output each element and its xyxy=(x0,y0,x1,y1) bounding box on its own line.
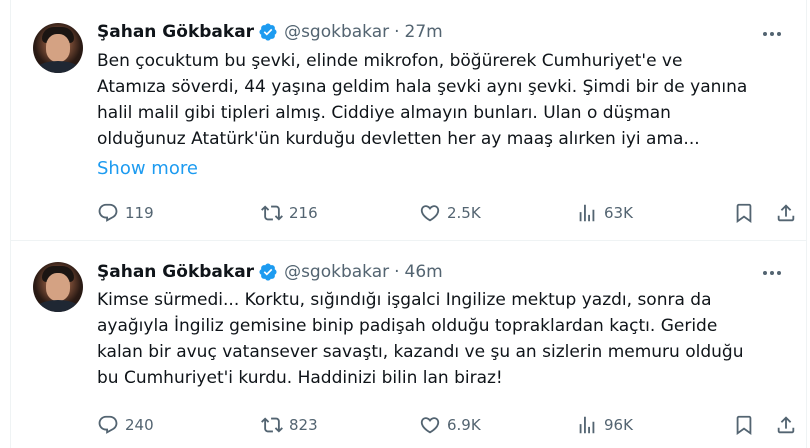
tweet-text-line: Kimse sürmedi... Korktu, sığındığı işgal… xyxy=(97,290,712,310)
repost-icon xyxy=(261,417,283,433)
share-button[interactable] xyxy=(775,201,797,225)
views-button[interactable]: 96K xyxy=(576,413,633,437)
repost-icon xyxy=(261,205,283,221)
reply-count: 240 xyxy=(125,416,154,434)
like-count: 2.5K xyxy=(447,204,481,222)
author-name[interactable]: Şahan Gökbakar xyxy=(97,22,254,42)
repost-button[interactable]: 823 xyxy=(261,413,318,437)
bookmark-button[interactable] xyxy=(733,413,755,437)
repost-count: 216 xyxy=(289,204,318,222)
repost-count: 823 xyxy=(289,416,318,434)
repost-button[interactable]: 216 xyxy=(261,201,318,225)
share-icon xyxy=(777,204,795,222)
tweet-text: Ben çocuktum bu şevki, elinde mikrofon, … xyxy=(97,48,797,152)
more-icon[interactable] xyxy=(760,263,784,283)
separator-dot: · xyxy=(394,262,400,282)
tweet-text-line: Ben çocuktum bu şevki, elinde mikrofon, … xyxy=(97,51,683,71)
tweet-actions: 240 823 6.9K 96K xyxy=(97,413,797,437)
views-count: 63K xyxy=(604,204,633,222)
reply-button[interactable]: 119 xyxy=(97,201,154,225)
like-button[interactable]: 2.5K xyxy=(419,201,481,225)
author-handle[interactable]: @sgokbakar xyxy=(284,22,389,42)
show-more-link[interactable]: Show more xyxy=(97,158,198,179)
avatar[interactable] xyxy=(33,23,83,73)
timeline: Şahan Gökbakar @sgokbakar · 27m Ben çocu… xyxy=(10,0,807,448)
tweet[interactable]: Şahan Gökbakar @sgokbakar · 27m Ben çocu… xyxy=(11,0,806,241)
tweet-time[interactable]: 46m xyxy=(405,262,443,282)
views-icon xyxy=(579,204,595,222)
tweet-text-line: ayağıyla İngiliz gemisine binip padişah … xyxy=(97,316,718,336)
share-icon xyxy=(777,416,795,434)
reply-icon xyxy=(98,203,118,222)
tweet-text-line: bu Cumhuriyet'i kurdu. Haddinizi bilin l… xyxy=(97,368,503,388)
like-icon xyxy=(420,417,440,434)
views-icon xyxy=(579,416,595,434)
tweet-text-line: olduğunuz Atatürk'ün kurduğu devletten h… xyxy=(97,129,700,149)
tweet-text: Kimse sürmedi... Korktu, sığındığı işgal… xyxy=(97,287,797,391)
verified-badge-icon xyxy=(259,23,277,41)
bookmark-icon xyxy=(736,415,752,436)
verified-badge-icon xyxy=(259,263,277,281)
bookmark-button[interactable] xyxy=(733,201,755,225)
tweet-text-line: kalan bir avuç vatansever savaştı, kazan… xyxy=(97,342,744,362)
separator-dot: · xyxy=(394,22,400,42)
author-handle[interactable]: @sgokbakar xyxy=(284,262,389,282)
share-button[interactable] xyxy=(775,413,797,437)
like-button[interactable]: 6.9K xyxy=(419,413,481,437)
bookmark-icon xyxy=(736,203,752,224)
tweet-text-line: Atamıza söverdi, 44 yaşına geldim hala ş… xyxy=(97,77,748,97)
reply-button[interactable]: 240 xyxy=(97,413,154,437)
tweet-actions: 119 216 2.5K 63K xyxy=(97,201,797,225)
tweet[interactable]: Şahan Gökbakar @sgokbakar · 46m Kimse sü… xyxy=(11,241,806,448)
avatar[interactable] xyxy=(33,262,83,312)
tweet-header: Şahan Gökbakar @sgokbakar · 27m xyxy=(97,21,443,43)
views-count: 96K xyxy=(604,416,633,434)
tweet-header: Şahan Gökbakar @sgokbakar · 46m xyxy=(97,261,443,283)
reply-count: 119 xyxy=(125,204,154,222)
tweet-time[interactable]: 27m xyxy=(405,22,443,42)
like-icon xyxy=(420,205,440,222)
author-name[interactable]: Şahan Gökbakar xyxy=(97,262,254,282)
more-icon[interactable] xyxy=(760,24,784,44)
views-button[interactable]: 63K xyxy=(576,201,633,225)
like-count: 6.9K xyxy=(447,416,481,434)
tweet-text-line: halil malil gibi tipleri almış. Ciddiye … xyxy=(97,103,671,123)
reply-icon xyxy=(98,415,118,434)
